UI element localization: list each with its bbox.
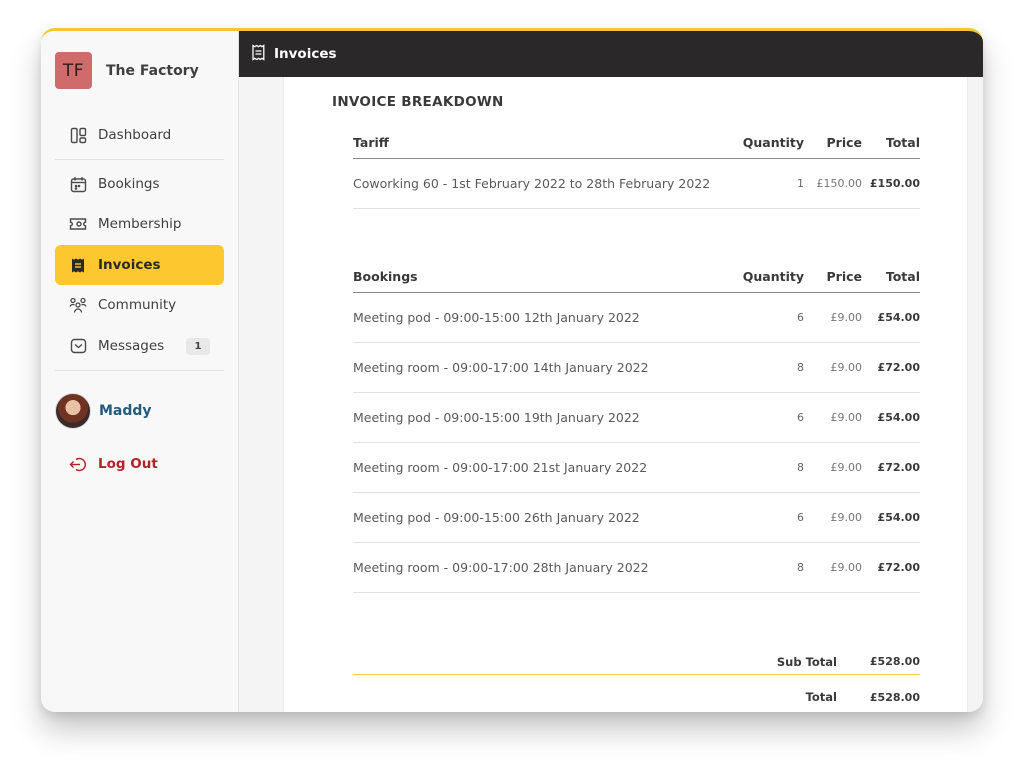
subtotal-value: £528.00	[869, 655, 920, 668]
row-total: £150.00	[869, 177, 920, 190]
dashboard-icon	[69, 126, 87, 144]
logout-icon	[69, 455, 87, 473]
col-header-price: Price	[826, 268, 863, 284]
app-window: TF The Factory Dashboard Bookings Member…	[41, 28, 983, 712]
total-value: £528.00	[869, 690, 920, 704]
row-quantity: 6	[797, 411, 804, 424]
col-header-quantity: Quantity	[742, 268, 804, 284]
ticket-icon	[69, 215, 87, 233]
col-header-total: Total	[885, 268, 920, 284]
sidebar-item-dashboard[interactable]: Dashboard	[55, 115, 224, 155]
receipt-icon	[69, 256, 87, 274]
row-price: £9.00	[830, 511, 863, 524]
row-description: Meeting pod - 09:00-15:00 12th January 2…	[353, 310, 640, 325]
row-description: Coworking 60 - 1st February 2022 to 28th…	[353, 176, 711, 191]
row-description: Meeting room - 09:00-17:00 28th January …	[353, 560, 649, 575]
user-profile[interactable]: Maddy	[55, 393, 152, 429]
row-price: £9.00	[830, 461, 863, 474]
col-header-bookings: Bookings	[353, 268, 418, 284]
invoice-breakdown-title: INVOICE BREAKDOWN	[332, 94, 504, 110]
row-total: £72.00	[877, 361, 920, 374]
top-bar: Invoices	[239, 31, 983, 77]
sidebar-item-bookings[interactable]: Bookings	[55, 164, 224, 204]
brand-name: The Factory	[106, 62, 199, 79]
table-row: Meeting room - 09:00-17:00 21st January …	[353, 443, 920, 493]
row-quantity: 6	[797, 311, 804, 324]
logout-button[interactable]: Log Out	[69, 455, 158, 473]
sidebar-divider	[55, 159, 224, 160]
row-price: £150.00	[816, 177, 863, 190]
unread-badge: 1	[186, 337, 210, 355]
calendar-icon	[69, 175, 87, 193]
invoice-card: INVOICE BREAKDOWN Tariff Quantity Price …	[283, 77, 968, 712]
people-icon	[69, 296, 87, 314]
subtotal-row: Sub Total £528.00	[353, 649, 920, 675]
row-total: £54.00	[877, 411, 920, 424]
table-row: Meeting pod - 09:00-15:00 19th January 2…	[353, 393, 920, 443]
table-header: Bookings Quantity Price Total	[353, 260, 920, 293]
sidebar-item-label: Dashboard	[98, 127, 172, 143]
table-row: Meeting room - 09:00-17:00 14th January …	[353, 343, 920, 393]
subtotal-label: Sub Total	[776, 654, 837, 669]
sidebar-item-label: Community	[98, 297, 177, 313]
sidebar-item-invoices[interactable]: Invoices	[55, 245, 224, 285]
col-header-price: Price	[826, 134, 863, 150]
col-header-total: Total	[885, 134, 920, 150]
row-quantity: 8	[797, 461, 804, 474]
row-price: £9.00	[830, 561, 863, 574]
row-total: £54.00	[877, 511, 920, 524]
total-row: Total £528.00	[353, 684, 920, 710]
sidebar-item-messages[interactable]: Messages 1	[55, 326, 224, 366]
table-row: Meeting pod - 09:00-15:00 12th January 2…	[353, 293, 920, 343]
page-title: Invoices	[274, 46, 337, 62]
row-total: £54.00	[877, 311, 920, 324]
brand[interactable]: TF The Factory	[55, 52, 199, 89]
row-price: £9.00	[830, 311, 863, 324]
row-description: Meeting room - 09:00-17:00 21st January …	[353, 460, 648, 475]
sidebar: TF The Factory Dashboard Bookings Member…	[41, 31, 239, 712]
table-row: Meeting room - 09:00-17:00 28th January …	[353, 543, 920, 593]
receipt-icon	[251, 43, 266, 65]
table-row: Coworking 60 - 1st February 2022 to 28th…	[353, 159, 920, 209]
row-total: £72.00	[877, 461, 920, 474]
total-label: Total	[805, 690, 837, 704]
col-header-tariff: Tariff	[353, 134, 389, 150]
logout-label: Log Out	[98, 456, 158, 472]
bookings-table: Bookings Quantity Price Total Meeting po…	[353, 260, 920, 593]
table-header: Tariff Quantity Price Total	[353, 126, 920, 159]
table-row: Meeting pod - 09:00-15:00 26th January 2…	[353, 493, 920, 543]
row-quantity: 8	[797, 361, 804, 374]
sidebar-divider	[55, 370, 224, 371]
sidebar-item-label: Invoices	[98, 257, 161, 273]
row-price: £9.00	[830, 411, 863, 424]
row-description: Meeting room - 09:00-17:00 14th January …	[353, 360, 649, 375]
row-quantity: 8	[797, 561, 804, 574]
brand-logo: TF	[55, 52, 92, 89]
row-quantity: 6	[797, 511, 804, 524]
sidebar-item-community[interactable]: Community	[55, 285, 224, 325]
tariff-table: Tariff Quantity Price Total Coworking 60…	[353, 126, 920, 209]
invoice-totals: Sub Total £528.00 Total £528.00	[353, 649, 920, 710]
sidebar-item-membership[interactable]: Membership	[55, 204, 224, 244]
row-total: £72.00	[877, 561, 920, 574]
row-description: Meeting pod - 09:00-15:00 19th January 2…	[353, 410, 640, 425]
col-header-quantity: Quantity	[742, 134, 804, 150]
inbox-icon	[69, 337, 87, 355]
row-description: Meeting pod - 09:00-15:00 26th January 2…	[353, 510, 640, 525]
sidebar-item-label: Bookings	[98, 176, 160, 192]
row-price: £9.00	[830, 361, 863, 374]
sidebar-item-label: Membership	[98, 216, 182, 232]
avatar	[55, 393, 91, 429]
sidebar-item-label: Messages	[98, 338, 165, 354]
row-quantity: 1	[797, 177, 804, 190]
user-name: Maddy	[99, 403, 152, 419]
